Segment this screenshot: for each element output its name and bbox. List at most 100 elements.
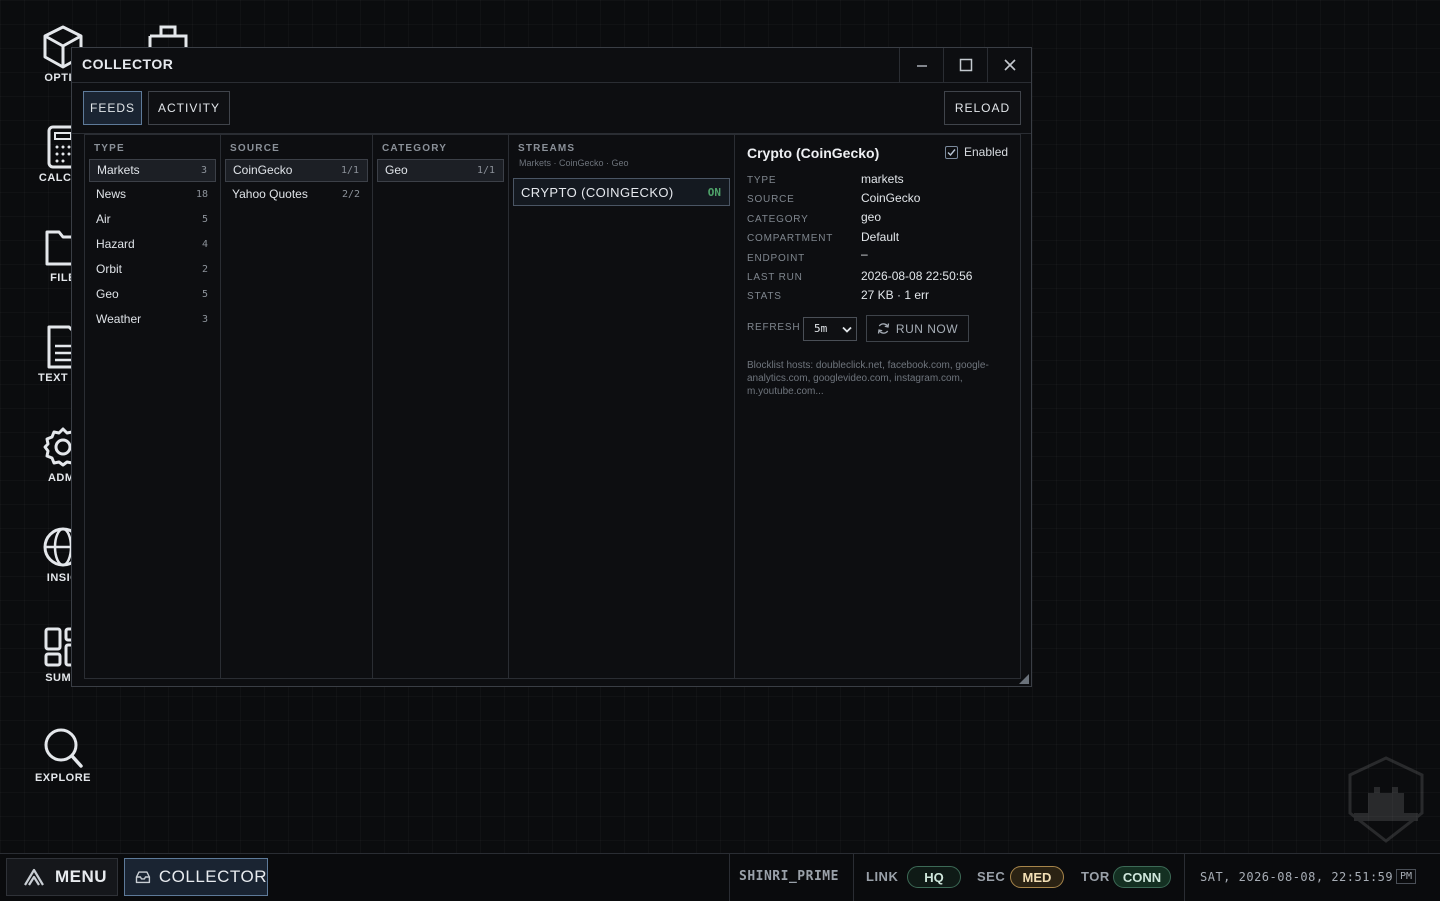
logo-icon (24, 868, 44, 886)
type-item-count: 3 (201, 314, 208, 325)
type-item-label: Weather (96, 312, 142, 326)
type-item-weather[interactable]: Weather 3 (89, 309, 216, 332)
link-label: LINK (866, 869, 899, 884)
detail-pane: Crypto (CoinGecko) Enabled TYPE markets … (735, 135, 1020, 678)
taskbar: MENU COLLECTOR SHINRI_PRIME LINK HQ SEC … (0, 853, 1440, 901)
menu-button[interactable]: MENU (6, 858, 118, 896)
blocklist-text: Blocklist hosts: doubleclick.net, facebo… (747, 360, 989, 397)
field-value-category: geo (861, 210, 882, 224)
source-item-count: 2/2 (341, 189, 360, 200)
collector-window: COLLECTOR FEEDS ACTIVITY RELOAD TYPE Mar… (71, 47, 1032, 687)
field-value-type: markets (861, 172, 904, 186)
type-item-count: 4 (201, 239, 208, 250)
field-value-stats: 27 KB · 1 err (861, 288, 930, 302)
category-pane: CATEGORY Geo 1/1 (373, 135, 509, 678)
field-value-source: CoinGecko (861, 191, 921, 205)
field-key-stats: STATS (747, 291, 782, 302)
type-pane: TYPE Markets 3 News 18 Air 5 Hazard 4 Orbit 2… (85, 135, 221, 678)
minimize-icon (917, 65, 927, 67)
source-pane: SOURCE CoinGecko 1/1 Yahoo Quotes 2/2 (221, 135, 373, 678)
category-item-count: 1/1 (476, 165, 495, 176)
detail-title: Crypto (CoinGecko) (747, 145, 880, 161)
close-button[interactable] (987, 48, 1032, 82)
taskbar-divider (1184, 854, 1185, 901)
field-key-compartment: COMPARTMENT (747, 233, 834, 244)
run-now-label: RUN NOW (895, 321, 959, 336)
link-status-badge: HQ (907, 866, 961, 888)
type-item-orbit[interactable]: Orbit 2 (89, 259, 216, 282)
enabled-toggle[interactable]: Enabled (945, 145, 1008, 159)
type-item-label: Orbit (96, 262, 123, 276)
source-item-coingecko[interactable]: CoinGecko 1/1 (225, 159, 368, 182)
type-item-count: 18 (195, 189, 208, 200)
tor-label: TOR (1081, 869, 1110, 884)
taskbar-divider (853, 854, 854, 901)
field-key-type: TYPE (747, 175, 777, 186)
enabled-label: Enabled (964, 145, 1009, 159)
type-item-air[interactable]: Air 5 (89, 209, 216, 232)
host-name: SHINRI_PRIME (739, 869, 839, 884)
enabled-checkbox[interactable] (945, 145, 958, 159)
type-item-count: 5 (201, 289, 208, 300)
field-key-source: SOURCE (747, 194, 795, 205)
sec-label: SEC (977, 869, 1006, 884)
inbox-icon (135, 871, 151, 884)
stream-status-badge: ON (707, 186, 721, 199)
refresh-label: REFRESH (747, 322, 801, 333)
desktop-icon-briefcase[interactable] (128, 24, 208, 48)
maximize-button[interactable] (943, 48, 988, 82)
type-pane-header: TYPE (94, 143, 125, 154)
feed-browser: TYPE Markets 3 News 18 Air 5 Hazard 4 Orbit 2… (84, 134, 1021, 679)
streams-breadcrumb: Markets · CoinGecko · Geo (519, 158, 629, 168)
run-now-button[interactable]: RUN NOW (866, 315, 969, 342)
tab-feeds[interactable]: FEEDS (83, 91, 142, 125)
field-value-last-run: 2026-08-08 22:50:56 (861, 269, 973, 283)
refresh-select[interactable]: 5m (803, 317, 857, 341)
source-item-count: 1/1 (340, 165, 359, 176)
tor-status-badge: CONN (1113, 866, 1171, 888)
taskbar-item-collector[interactable]: COLLECTOR (124, 858, 268, 896)
type-item-label: Hazard (96, 237, 135, 251)
maximize-icon (959, 58, 973, 72)
streams-pane: STREAMS Markets · CoinGecko · Geo CRYPTO… (509, 135, 735, 678)
type-item-label: Air (96, 212, 111, 226)
reload-button[interactable]: RELOAD (944, 91, 1021, 125)
source-item-label: CoinGecko (233, 163, 293, 177)
tab-activity[interactable]: ACTIVITY (148, 91, 230, 125)
category-item-geo[interactable]: Geo 1/1 (377, 159, 504, 182)
source-pane-header: SOURCE (230, 143, 280, 154)
refresh-select-value: 5m (814, 322, 828, 335)
field-key-last-run: LAST RUN (747, 272, 803, 283)
stream-item-label: CRYPTO (COINGECKO) (521, 185, 674, 200)
taskbar-divider (729, 854, 730, 901)
type-item-label: News (96, 187, 127, 201)
chevron-down-icon (842, 326, 852, 333)
window-titlebar[interactable]: COLLECTOR (72, 48, 1031, 83)
type-item-geo[interactable]: Geo 5 (89, 284, 216, 307)
clock-ampm-badge: PM (1396, 869, 1417, 884)
type-item-hazard[interactable]: Hazard 4 (89, 234, 216, 257)
briefcase-icon (148, 25, 188, 48)
clock-datetime: SAT, 2026-08-08, 22:51:59 (1200, 870, 1394, 884)
desktop-icon-explore[interactable]: EXPLORE (23, 724, 103, 784)
resize-handle[interactable] (1019, 674, 1029, 684)
field-value-endpoint: – (861, 247, 868, 261)
field-key-endpoint: ENDPOINT (747, 253, 806, 264)
type-item-markets[interactable]: Markets 3 (89, 159, 216, 182)
field-key-category: CATEGORY (747, 214, 809, 225)
type-item-news[interactable]: News 18 (89, 184, 216, 207)
type-item-count: 3 (200, 165, 207, 176)
type-item-count: 5 (201, 214, 208, 225)
menu-label: MENU (55, 867, 108, 886)
window-toolbar: FEEDS ACTIVITY RELOAD (72, 83, 1031, 134)
category-pane-header: CATEGORY (382, 143, 448, 154)
checkmark-icon (947, 148, 956, 156)
window-title: COLLECTOR (82, 56, 174, 72)
minimize-button[interactable] (899, 48, 944, 82)
refresh-icon (877, 323, 890, 334)
category-item-label: Geo (385, 163, 408, 177)
desktop-icon-label: EXPLORE (34, 772, 92, 784)
sec-status-badge: MED (1010, 866, 1064, 888)
source-item-yahoo-quotes[interactable]: Yahoo Quotes 2/2 (225, 184, 368, 207)
stream-item-crypto-coingecko[interactable]: CRYPTO (COINGECKO) ON (513, 178, 730, 206)
